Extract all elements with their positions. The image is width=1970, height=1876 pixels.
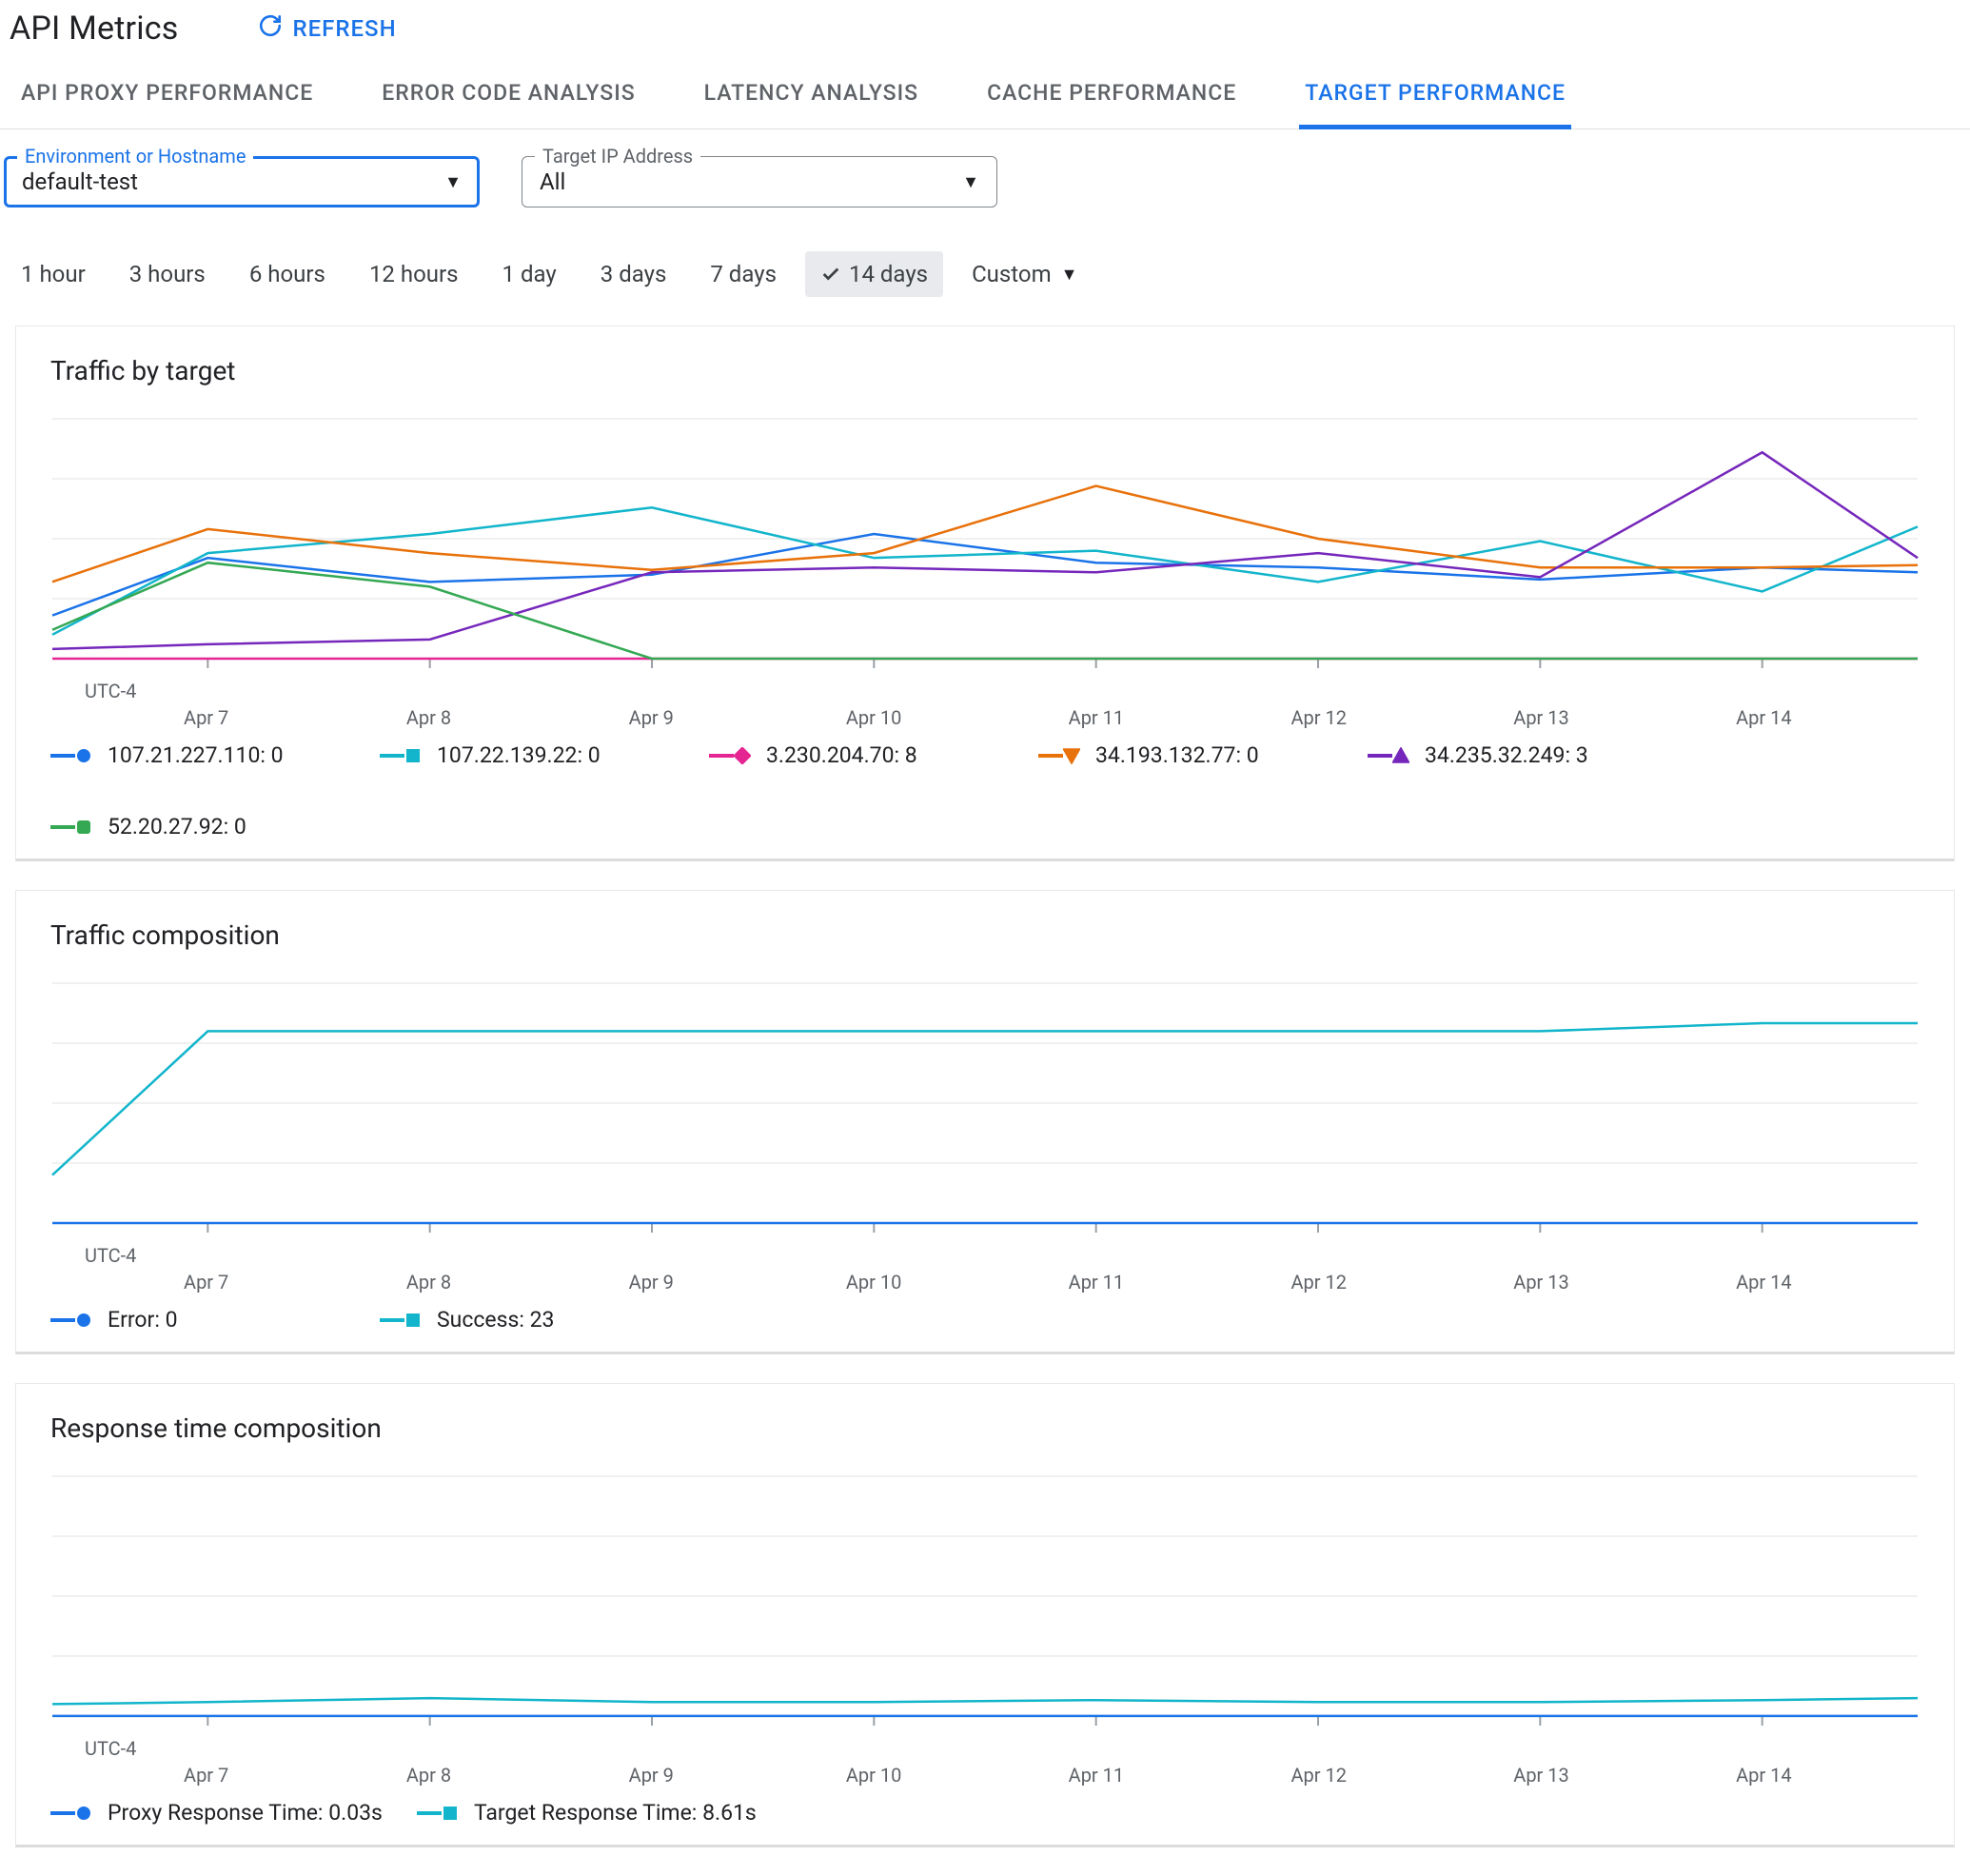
legend-item[interactable]: 34.193.132.77: 0 (1038, 742, 1333, 768)
legend-label: 34.235.32.249: 3 (1425, 742, 1588, 768)
x-tick-label: Apr 9 (629, 1764, 674, 1787)
x-tick-label: Apr 10 (846, 706, 902, 729)
x-tick-label: Apr 10 (846, 1271, 902, 1293)
legend-item[interactable]: 34.235.32.249: 3 (1368, 742, 1663, 768)
legend-label: Error: 0 (108, 1307, 178, 1333)
chart-traffic-by-target (50, 409, 1920, 676)
time-chip-7-days[interactable]: 7 days (695, 251, 792, 297)
legend-item[interactable]: 107.21.227.110: 0 (50, 742, 345, 768)
chevron-down-icon: ▼ (962, 172, 979, 192)
tab-cache-performance[interactable]: CACHE PERFORMANCE (981, 61, 1242, 128)
x-tick-label: Apr 14 (1736, 1271, 1792, 1293)
legend-marker (50, 1805, 92, 1822)
tab-error-code-analysis[interactable]: ERROR CODE ANALYSIS (376, 61, 640, 128)
tab-target-performance[interactable]: TARGET PERFORMANCE (1299, 61, 1571, 129)
chevron-down-icon: ▼ (1061, 265, 1078, 285)
legend-item[interactable]: 3.230.204.70: 8 (709, 742, 1004, 768)
x-tick-label: Apr 8 (406, 1271, 451, 1293)
refresh-icon (258, 13, 283, 44)
x-tick-label: Apr 9 (629, 706, 674, 729)
legend-item[interactable]: 107.22.139.22: 0 (380, 742, 675, 768)
time-chip-3-hours[interactable]: 3 hours (114, 251, 221, 297)
x-tick-label: Apr 13 (1513, 1764, 1569, 1787)
legend: Error: 0 Success: 23 (16, 1295, 1954, 1338)
x-tick-label: Apr 7 (184, 1764, 228, 1787)
legend-item[interactable]: Success: 23 (380, 1307, 675, 1333)
x-tick-label: Apr 13 (1513, 706, 1569, 729)
legend-label: 3.230.204.70: 8 (766, 742, 917, 768)
legend-item[interactable]: 52.20.27.92: 0 (50, 814, 345, 839)
legend-item[interactable]: Proxy Response Time: 0.03s (50, 1800, 383, 1826)
legend-marker (417, 1805, 459, 1822)
x-tick-label: Apr 11 (1069, 706, 1125, 729)
tab-api-proxy-performance[interactable]: API PROXY PERFORMANCE (15, 61, 319, 128)
timezone-label: UTC-4 (50, 1244, 1920, 1267)
x-tick-label: Apr 14 (1736, 706, 1792, 729)
legend-marker (1368, 747, 1409, 764)
card-title: Traffic composition (16, 919, 1954, 974)
legend: 107.21.227.110: 0 107.22.139.22: 0 3.230.2… (16, 731, 1954, 845)
legend-marker (50, 747, 92, 764)
x-tick-label: Apr 12 (1290, 1271, 1347, 1293)
card-title: Response time composition (16, 1412, 1954, 1467)
x-tick-label: Apr 7 (184, 706, 228, 729)
time-range-chips: 1 hour 3 hours 6 hours 12 hours 1 day 3 days 7… (0, 227, 1970, 326)
legend-label: 107.21.227.110: 0 (108, 742, 284, 768)
chart-response-time-composition (50, 1467, 1920, 1733)
x-tick-label: Apr 8 (406, 706, 451, 729)
time-chip-3-days[interactable]: 3 days (585, 251, 682, 297)
card-response-time-composition: Response time composition UTC-4 Apr 7 Apr… (15, 1383, 1955, 1847)
time-chip-custom[interactable]: Custom▼ (956, 251, 1093, 297)
legend-label: Success: 23 (437, 1307, 554, 1333)
x-tick-label: Apr 12 (1290, 1764, 1347, 1787)
target-ip-select[interactable]: Target IP Address All ▼ (522, 156, 997, 207)
legend-item[interactable]: Target Response Time: 8.61s (417, 1800, 757, 1826)
legend-marker (1038, 747, 1080, 764)
legend-item[interactable]: Error: 0 (50, 1307, 345, 1333)
card-title: Traffic by target (16, 355, 1954, 409)
tab-latency-analysis[interactable]: LATENCY ANALYSIS (699, 61, 924, 128)
environment-value: default-test (22, 168, 138, 195)
card-traffic-by-target: Traffic by target UTC-4 Apr 7 Apr 8 Apr 9 A… (15, 326, 1955, 861)
refresh-label: REFRESH (292, 15, 396, 42)
x-tick-label: Apr 7 (184, 1271, 228, 1293)
x-tick-label: Apr 11 (1069, 1271, 1125, 1293)
tabs: API PROXY PERFORMANCE ERROR CODE ANALYSIS… (0, 61, 1970, 129)
legend-marker (709, 747, 751, 764)
x-tick-label: Apr 13 (1513, 1271, 1569, 1293)
legend-label: Target Response Time: 8.61s (474, 1800, 757, 1826)
legend-marker (380, 1312, 422, 1329)
page-title: API Metrics (10, 10, 178, 48)
refresh-button[interactable]: REFRESH (258, 13, 396, 44)
x-tick-label: Apr 14 (1736, 1764, 1792, 1787)
legend-marker (50, 1312, 92, 1329)
legend-label: 107.22.139.22: 0 (437, 742, 601, 768)
timezone-label: UTC-4 (50, 680, 1920, 702)
legend: Proxy Response Time: 0.03s Target Respons… (16, 1788, 1954, 1831)
target-ip-label: Target IP Address (535, 145, 700, 168)
x-tick-label: Apr 8 (406, 1764, 451, 1787)
chart-traffic-composition (50, 974, 1920, 1240)
legend-marker (50, 819, 92, 836)
x-tick-label: Apr 12 (1290, 706, 1347, 729)
time-chip-1-day[interactable]: 1 day (487, 251, 572, 297)
legend-label: Proxy Response Time: 0.03s (108, 1800, 383, 1826)
check-icon (820, 264, 841, 285)
time-chip-6-hours[interactable]: 6 hours (234, 251, 341, 297)
x-tick-label: Apr 9 (629, 1271, 674, 1293)
time-chip-12-hours[interactable]: 12 hours (354, 251, 474, 297)
x-tick-label: Apr 11 (1069, 1764, 1125, 1787)
time-chip-1-hour[interactable]: 1 hour (6, 251, 101, 297)
legend-label: 52.20.27.92: 0 (108, 814, 246, 839)
legend-marker (380, 747, 422, 764)
time-chip-14-days[interactable]: 14 days (805, 251, 943, 297)
card-traffic-composition: Traffic composition UTC-4 Apr 7 Apr 8 Apr … (15, 890, 1955, 1354)
chevron-down-icon: ▼ (444, 172, 462, 192)
x-tick-label: Apr 10 (846, 1764, 902, 1787)
timezone-label: UTC-4 (50, 1737, 1920, 1760)
legend-label: 34.193.132.77: 0 (1095, 742, 1259, 768)
environment-select[interactable]: Environment or Hostname default-test ▼ (4, 156, 480, 207)
environment-label: Environment or Hostname (17, 145, 253, 168)
target-ip-value: All (540, 168, 565, 195)
